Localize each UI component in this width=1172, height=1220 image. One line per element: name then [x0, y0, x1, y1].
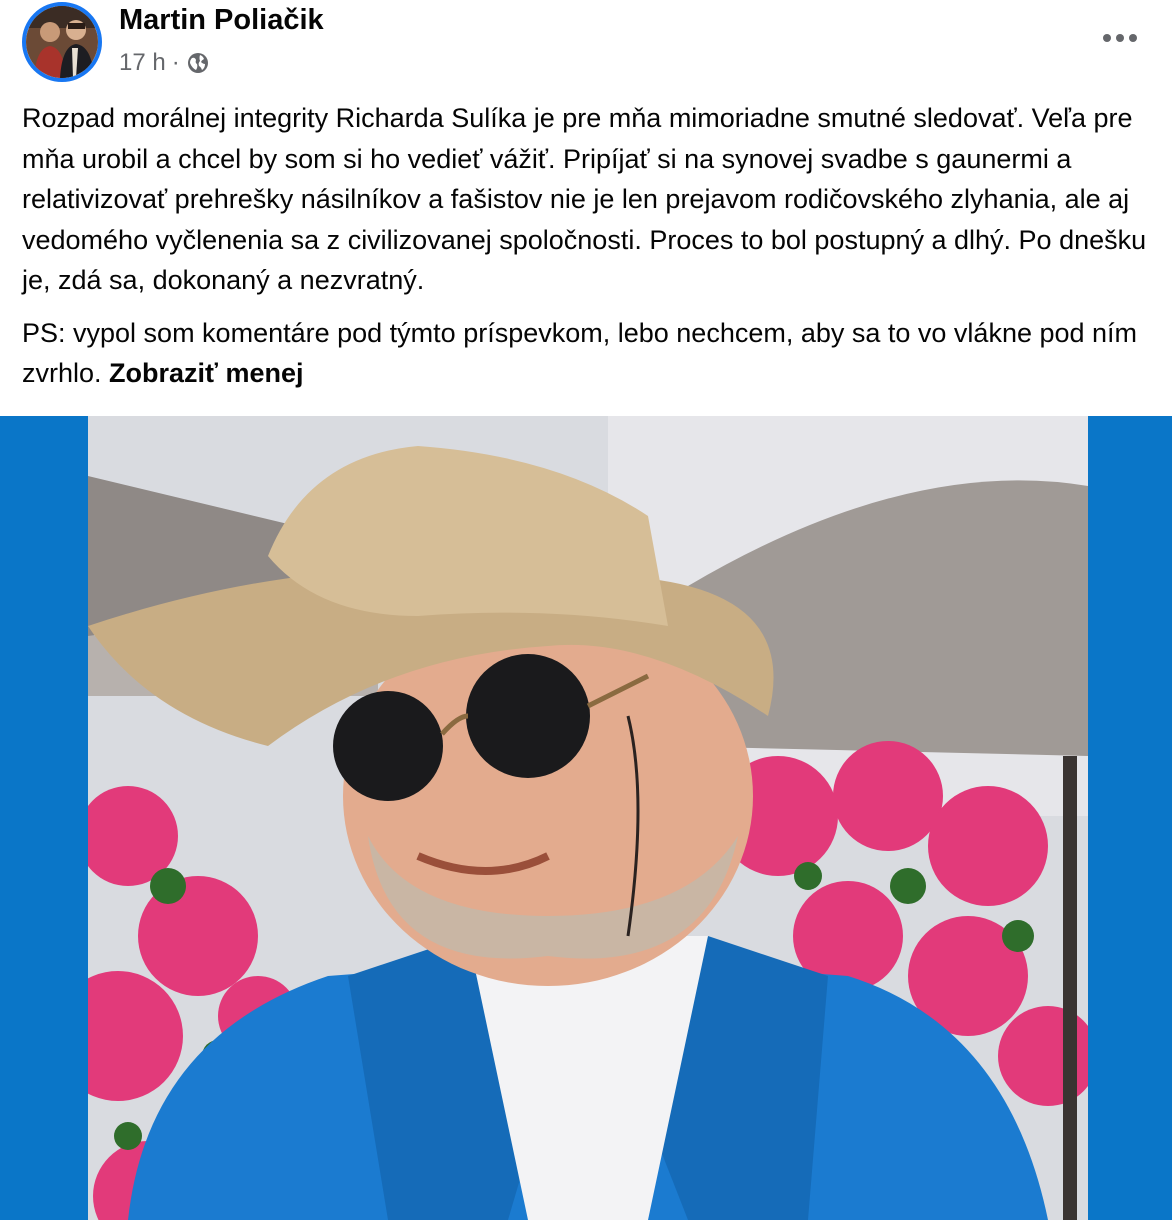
- avatar[interactable]: [22, 2, 102, 82]
- author-name[interactable]: Martin Poliačik: [119, 4, 324, 37]
- more-horizontal-icon[interactable]: [1100, 24, 1140, 52]
- post-paragraph: Rozpad morálnej integrity Richarda Sulík…: [22, 103, 1147, 295]
- globe-icon[interactable]: [186, 51, 210, 75]
- post-header: Martin Poliačik 17 h ·: [0, 0, 1172, 92]
- post-text: Rozpad morálnej integrity Richarda Sulík…: [22, 98, 1162, 406]
- facebook-post: Martin Poliačik 17 h · Rozpad morálnej i…: [0, 0, 1172, 1220]
- post-media[interactable]: [0, 416, 1172, 1220]
- post-time[interactable]: 17 h: [119, 49, 166, 77]
- meta-separator: ·: [171, 49, 180, 76]
- avatar-image: [26, 6, 98, 78]
- post-photo[interactable]: [88, 416, 1088, 1220]
- post-meta: 17 h ·: [119, 47, 210, 79]
- see-less-link[interactable]: Zobraziť menej: [109, 358, 303, 388]
- post-paragraph: PS: vypol som komentáre pod týmto príspe…: [22, 313, 1162, 394]
